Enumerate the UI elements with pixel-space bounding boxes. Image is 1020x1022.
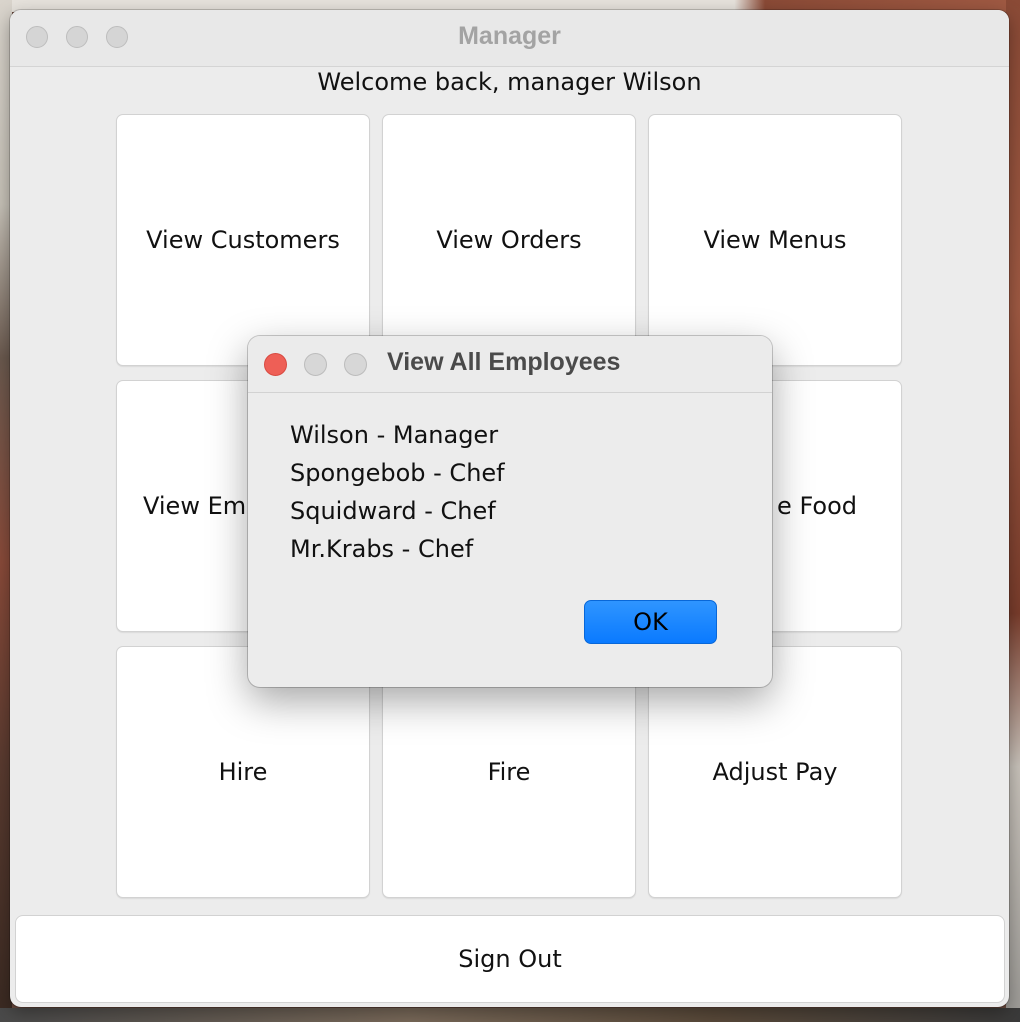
ok-label: OK xyxy=(633,608,668,636)
view-menus-button[interactable]: View Menus xyxy=(648,114,902,366)
desktop-background-bottom xyxy=(0,1008,1020,1022)
view-customers-label: View Customers xyxy=(146,226,340,254)
sign-out-label: Sign Out xyxy=(458,945,562,973)
list-item: Wilson - Manager xyxy=(290,421,499,449)
adjust-pay-label: Adjust Pay xyxy=(712,758,838,786)
window-titlebar[interactable]: Manager xyxy=(10,10,1009,67)
sign-out-button[interactable]: Sign Out xyxy=(15,915,1005,1003)
view-employees-label: View Em xyxy=(143,492,247,520)
window-title: Manager xyxy=(458,22,561,50)
employee-list: Wilson - Manager Spongebob - Chef Squidw… xyxy=(290,416,505,568)
close-dialog-icon[interactable] xyxy=(264,353,287,376)
view-customers-button[interactable]: View Customers xyxy=(116,114,370,366)
view-all-employees-dialog: View All Employees Wilson - Manager Spon… xyxy=(248,336,772,687)
hire-label: Hire xyxy=(218,758,268,786)
dialog-titlebar[interactable]: View All Employees xyxy=(248,336,772,393)
view-orders-label: View Orders xyxy=(436,226,582,254)
view-menus-label: View Menus xyxy=(703,226,847,254)
list-item: Spongebob - Chef xyxy=(290,459,505,487)
list-item: Squidward - Chef xyxy=(290,497,496,525)
ok-button[interactable]: OK xyxy=(584,600,717,644)
dialog-title: View All Employees xyxy=(387,348,621,376)
welcome-message: Welcome back, manager Wilson xyxy=(317,68,702,96)
list-item: Mr.Krabs - Chef xyxy=(290,535,474,563)
view-orders-button[interactable]: View Orders xyxy=(382,114,636,366)
maximize-dialog-icon[interactable] xyxy=(344,353,367,376)
fire-label: Fire xyxy=(487,758,531,786)
food-label: e Food xyxy=(777,492,857,520)
minimize-dialog-icon[interactable] xyxy=(304,353,327,376)
